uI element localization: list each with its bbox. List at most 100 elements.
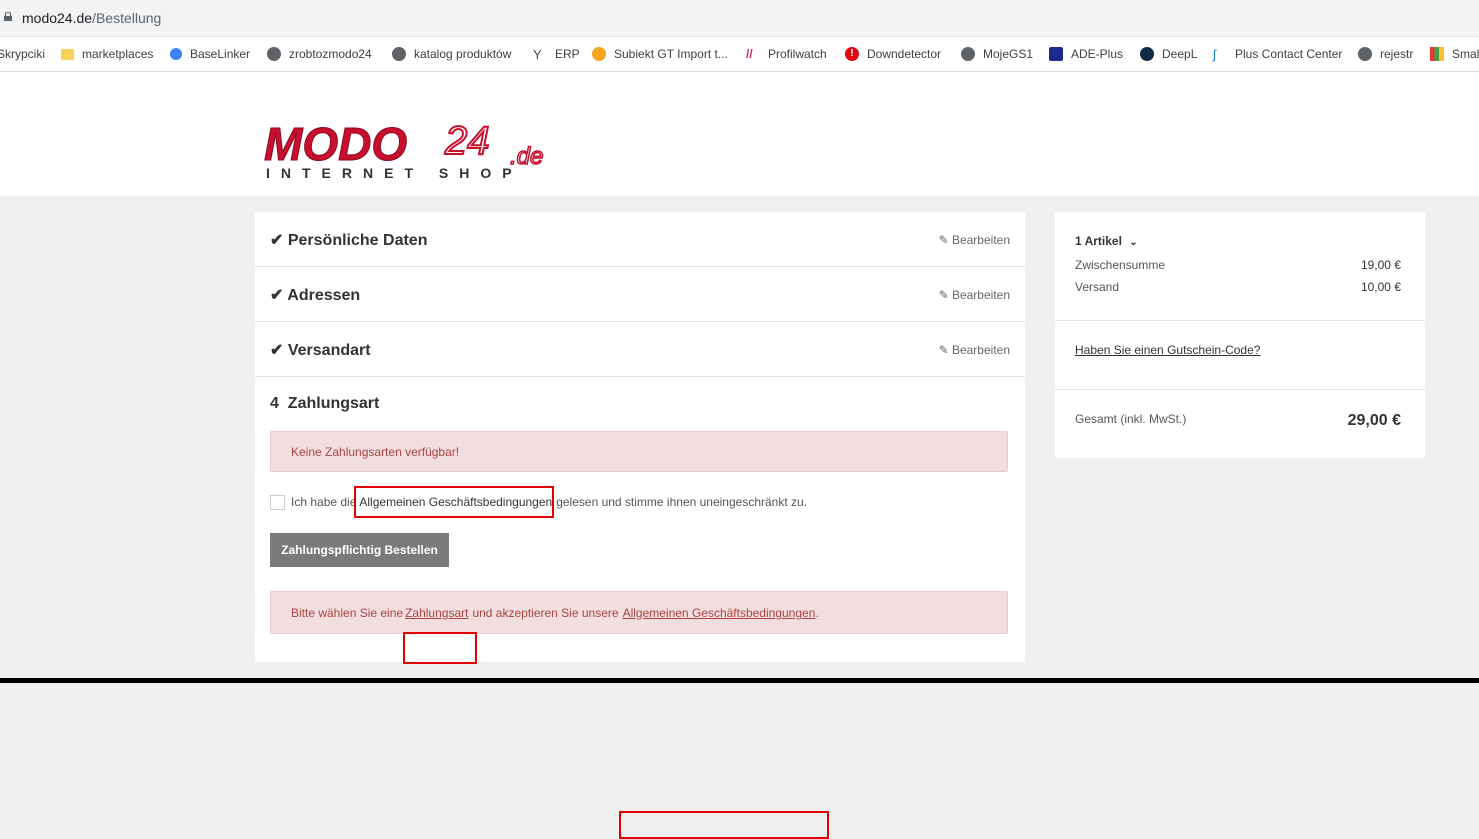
bookmark-label: Smal: [1452, 47, 1479, 61]
step-title-text: Versandart: [287, 342, 371, 359]
chevron-down-icon: ⌄: [1129, 237, 1138, 248]
url-text: modo24.de/Bestellung: [22, 10, 161, 26]
shipping-value: 10,00 €: [1360, 280, 1401, 294]
bookmark-label: Plus Contact Center: [1235, 47, 1343, 61]
items-toggle[interactable]: 1 Artikel ⌄: [1075, 234, 1138, 248]
alert-icon: !: [845, 47, 859, 61]
url-path: /Bestellung: [92, 10, 162, 26]
bookmark-katalog[interactable]: katalog produktów: [392, 37, 511, 71]
modo24-logo[interactable]: MODO 24 .de INTERNET SHOP: [262, 114, 562, 184]
edit-label: Bearbeiten: [951, 343, 1010, 357]
coupon-link[interactable]: Haben Sie einen Gutschein-Code?: [1075, 343, 1260, 357]
subiekt-icon: [592, 47, 606, 61]
bookmark-baselinker[interactable]: BaseLinker: [170, 37, 250, 71]
terms-checkbox[interactable]: [270, 494, 285, 510]
step-shipping: ✔ Versandart ✎ Bearbeiten: [255, 322, 1025, 377]
bookmark-label: DeepL: [1162, 47, 1198, 61]
bookmark-profilwatch[interactable]: // Profilwatch: [746, 37, 827, 71]
highlight-box-terms: [354, 486, 554, 518]
bookmark-skrypciki[interactable]: Skrypciki: [0, 37, 45, 71]
highlight-box-terms-alert: [619, 811, 829, 839]
bookmark-zrobtozmodo24[interactable]: zrobtozmodo24: [267, 37, 372, 71]
edit-icon: ✎: [938, 343, 952, 357]
order-summary: 1 Artikel ⌄ Zwischensumme 19,00 € Versan…: [1055, 212, 1425, 458]
step-title: ✔ Persönliche Daten: [270, 230, 427, 250]
no-payment-alert: Keine Zahlungsarten verfügbar!: [270, 431, 1008, 472]
grid-icon: [1430, 47, 1444, 61]
total-value: 29,00 €: [1347, 412, 1401, 429]
edit-link-addresses[interactable]: ✎ Bearbeiten: [939, 288, 1010, 302]
bookmark-label: zrobtozmodo24: [289, 47, 372, 61]
bookmark-mojegs1[interactable]: MojeGS1: [961, 37, 1033, 71]
logo-num: 24: [444, 119, 490, 163]
terms-suffix: gelesen und stimme ihnen uneingeschränkt…: [556, 495, 808, 509]
step-title: ✔ Versandart: [270, 340, 371, 360]
step-personal-data: ✔ Persönliche Daten ✎ Bearbeiten: [255, 212, 1025, 267]
bookmark-label: Subiekt GT Import t...: [614, 47, 728, 61]
check-icon: ✔: [270, 342, 288, 359]
terms-prefix: Ich habe die: [291, 495, 357, 509]
total-label: Gesamt (inkl. MwSt.): [1075, 412, 1187, 426]
place-order-button[interactable]: Zahlungspflichtig Bestellen: [270, 533, 449, 567]
globe-icon: [267, 47, 281, 61]
checkout-steps: ✔ Persönliche Daten ✎ Bearbeiten ✔ Adres…: [255, 212, 1025, 839]
globe-icon: [392, 47, 406, 61]
shop-header: MODO 24 .de INTERNET SHOP: [0, 72, 1479, 196]
edit-icon: ✎: [938, 233, 952, 247]
logo-tagline: INTERNET SHOP: [266, 165, 523, 181]
check-icon: ✔: [270, 232, 288, 249]
items-label: 1 Artikel: [1075, 234, 1122, 248]
bookmark-label: ERP: [555, 47, 580, 61]
bookmark-label: Profilwatch: [768, 47, 827, 61]
step-number: 4: [270, 395, 279, 412]
erp-icon: Y: [533, 47, 542, 62]
bookmark-plus-contact-center[interactable]: ʃ Plus Contact Center: [1213, 37, 1342, 71]
check-icon: ✔: [270, 287, 288, 304]
deepl-icon: [1140, 47, 1154, 61]
bookmark-subiekt[interactable]: Subiekt GT Import t...: [592, 37, 728, 71]
logo-main: MODO: [264, 118, 407, 170]
step-title-text: Adressen: [287, 287, 361, 304]
taskbar-edge: [0, 678, 1479, 683]
step-title: ✔ Adressen: [270, 285, 360, 305]
profilwatch-icon: //: [746, 47, 753, 61]
bookmark-downdetector[interactable]: ! Downdetector: [845, 37, 941, 71]
bookmark-ade-plus[interactable]: ADE-Plus: [1049, 37, 1123, 71]
divider: [1055, 389, 1425, 390]
highlight-box-payment-link: [403, 632, 477, 664]
bookmark-deepl[interactable]: DeepL: [1140, 37, 1197, 71]
bookmark-erp[interactable]: Y ERP: [533, 37, 580, 71]
subtotal-label: Zwischensumme: [1075, 258, 1166, 272]
bookmark-label: BaseLinker: [190, 47, 251, 61]
bookmarks-bar: Skrypciki marketplaces BaseLinker zrobto…: [0, 37, 1479, 72]
bookmark-marketplaces[interactable]: marketplaces: [61, 37, 153, 71]
step-addresses: ✔ Adressen ✎ Bearbeiten: [255, 267, 1025, 322]
folder-icon: [61, 48, 74, 60]
bookmark-label: rejestr: [1380, 47, 1414, 61]
browser-address-bar[interactable]: modo24.de/Bestellung: [0, 0, 1479, 37]
step-title-text: Persönliche Daten: [287, 232, 428, 249]
alert-prefix: Bitte wählen Sie eine: [291, 605, 404, 620]
payment-method-link[interactable]: Zahlungsart: [405, 606, 468, 620]
divider: [1055, 320, 1425, 321]
alert-suffix: .: [815, 605, 819, 620]
edit-label: Bearbeiten: [951, 233, 1010, 247]
bookmark-label: ADE-Plus: [1071, 47, 1124, 61]
bookmark-rejestr[interactable]: rejestr: [1358, 37, 1413, 71]
lock-icon: [4, 12, 12, 21]
bookmark-smal[interactable]: Smal: [1430, 37, 1479, 71]
payment-title: Zahlungsart: [287, 395, 380, 412]
bookmark-label: Downdetector: [867, 47, 942, 61]
terms-link-alert[interactable]: Allgemeinen Geschäftsbedingungen: [623, 606, 816, 620]
globe-icon: [1358, 47, 1372, 61]
plus-icon: ʃ: [1213, 47, 1216, 62]
subtotal-value: 19,00 €: [1360, 258, 1401, 272]
edit-link-shipping[interactable]: ✎ Bearbeiten: [939, 343, 1010, 357]
bookmark-label: katalog produktów: [414, 47, 512, 61]
edit-link-personal-data[interactable]: ✎ Bearbeiten: [939, 233, 1010, 247]
globe-icon: [961, 47, 975, 61]
edit-label: Bearbeiten: [951, 288, 1010, 302]
alert-mid: und akzeptieren Sie unsere: [472, 605, 619, 620]
validation-alert: Bitte wählen Sie eine Zahlungsart und ak…: [270, 591, 1008, 634]
bookmark-label: marketplaces: [82, 47, 154, 61]
